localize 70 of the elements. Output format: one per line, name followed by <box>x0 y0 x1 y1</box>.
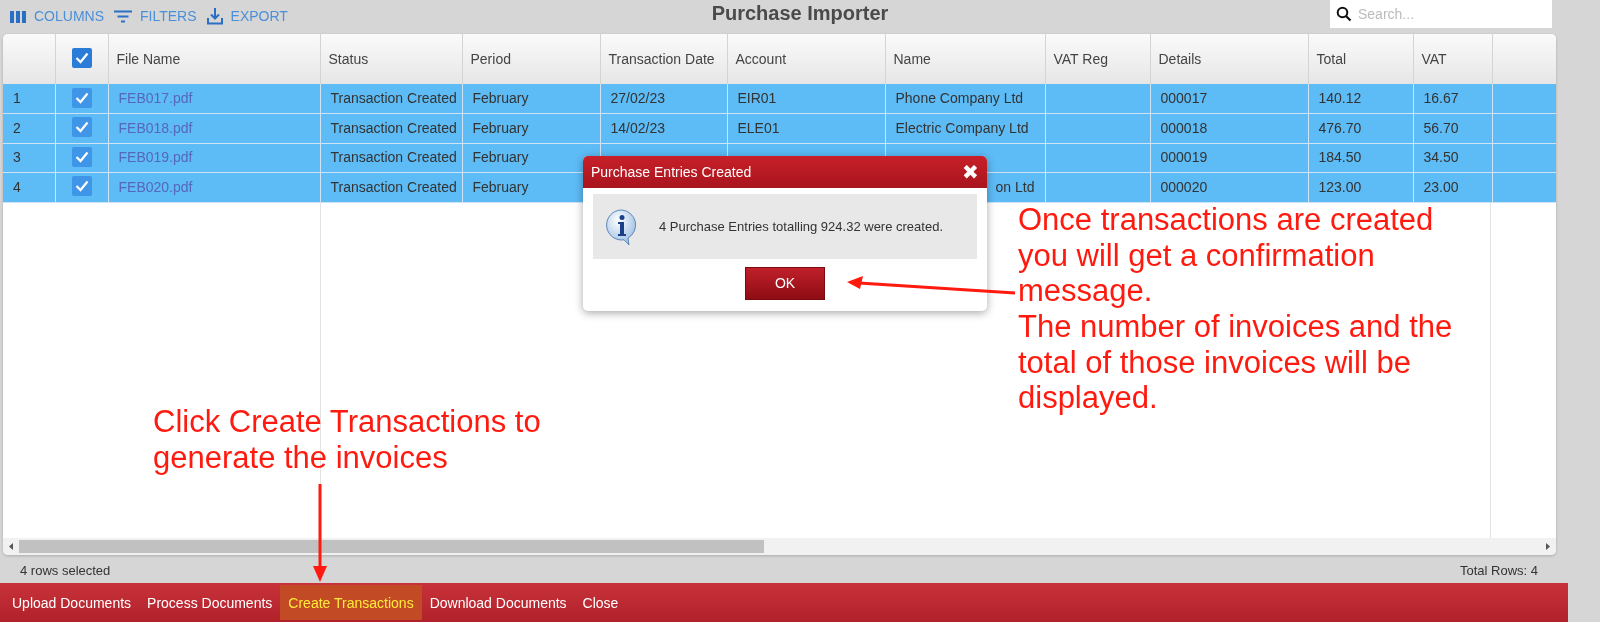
table-cell: February <box>472 149 529 166</box>
menu-item[interactable]: Close <box>574 585 627 620</box>
row-number: 1 <box>3 84 55 114</box>
column-header[interactable]: Status <box>320 34 462 84</box>
table-cell: Transaction Created <box>330 119 457 136</box>
checkbox[interactable] <box>71 48 92 68</box>
column-header[interactable]: Account <box>727 34 885 84</box>
table-cell: 123.00 <box>1318 178 1362 195</box>
table-cell: 140.12 <box>1318 90 1362 106</box>
table-cell: Transaction Created <box>330 178 457 195</box>
column-header[interactable]: File Name <box>108 34 320 84</box>
table-cell: Phone Company Ltd <box>895 90 1024 106</box>
table-cell: 000020 <box>1160 178 1208 195</box>
column-header[interactable]: Transaction Date <box>600 34 727 84</box>
table-cell: 14/02/23 <box>610 119 665 136</box>
table-cell: 000017 <box>1160 90 1208 106</box>
row-number: 3 <box>3 143 55 173</box>
checkbox[interactable] <box>71 146 92 167</box>
column-header[interactable]: Period <box>462 34 600 84</box>
table-cell: Transaction Created <box>330 90 457 106</box>
horizontal-scrollbar[interactable] <box>3 538 1556 555</box>
close-button[interactable]: ✖ <box>962 162 979 182</box>
table-cell: 184.50 <box>1318 149 1362 166</box>
table-cell: 56.70 <box>1423 119 1459 136</box>
table-cell: 000019 <box>1160 149 1208 166</box>
table-cell: EIR01 <box>737 90 777 106</box>
table-cell: on Ltd <box>995 178 1035 195</box>
page-title: Purchase Importer <box>711 2 889 24</box>
column-header[interactable]: Total <box>1308 34 1413 84</box>
search-icon <box>1336 6 1352 22</box>
columns-icon <box>10 10 26 23</box>
table-cell: 000018 <box>1160 119 1208 136</box>
annotation-text: The number of invoices and the total of those invoices will be displayed. <box>1018 308 1454 416</box>
column-header[interactable]: Details <box>1150 34 1308 84</box>
table-cell: February <box>472 90 529 106</box>
dialog-message: 4 Purchase Entries totalling 924.32 were created. <box>659 217 943 236</box>
table-cell: 476.70 <box>1318 119 1362 136</box>
menu-item[interactable]: Upload Documents <box>4 585 140 620</box>
info-icon <box>605 207 639 246</box>
checkbox[interactable] <box>71 176 92 197</box>
table-cell: February <box>472 119 529 136</box>
total-rows: Total Rows: 4 <box>1459 561 1538 581</box>
table-cell: ELE01 <box>737 119 780 136</box>
column-header[interactable]: VAT Reg <box>1045 34 1150 84</box>
annotation-text: Click Create Transactions to generate the invoices <box>153 404 542 476</box>
table-cell: Electric Company Ltd <box>895 119 1029 136</box>
search-field[interactable]: Search... <box>1330 0 1552 28</box>
row-number: 4 <box>3 172 55 202</box>
table-cell: 27/02/23 <box>610 90 665 106</box>
table-cell: 16.67 <box>1423 90 1459 106</box>
table-cell: Transaction Created <box>330 149 457 166</box>
column-header[interactable]: VAT <box>1413 34 1492 84</box>
table-cell: February <box>472 178 529 195</box>
scroll-left-icon[interactable] <box>9 543 13 550</box>
selection-count: 4 rows selected <box>20 562 111 580</box>
scroll-right-icon[interactable] <box>1546 543 1550 550</box>
table-cell: 34.50 <box>1423 149 1459 166</box>
dialog-title: Purchase Entries Created <box>591 162 752 182</box>
column-header[interactable]: Name <box>885 34 1045 84</box>
checkbox[interactable] <box>71 117 92 138</box>
checkbox[interactable] <box>71 87 92 108</box>
filter-icon <box>114 10 132 23</box>
download-icon <box>206 8 223 25</box>
menu-item[interactable]: Create Transactions <box>280 585 422 620</box>
menu-item[interactable]: Process Documents <box>139 585 281 620</box>
row-number: 2 <box>3 113 55 143</box>
menu-item[interactable]: Download Documents <box>421 585 575 620</box>
ok-button[interactable]: OK <box>745 267 825 300</box>
annotation-text: Once transactions are created you will get a confirmation message. <box>1018 202 1435 309</box>
table-cell: 23.00 <box>1423 178 1459 195</box>
